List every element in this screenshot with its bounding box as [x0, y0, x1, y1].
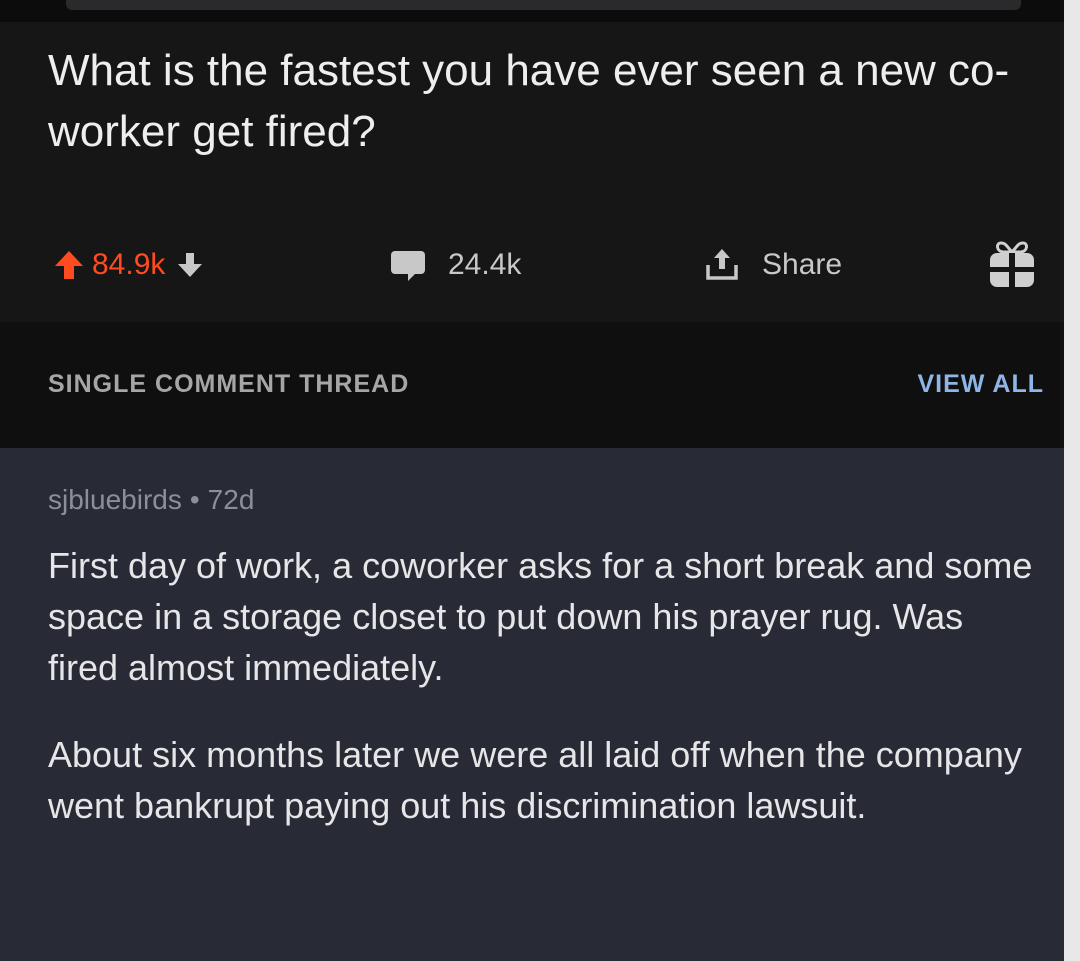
thread-header: SINGLE COMMENT THREAD VIEW ALL	[0, 322, 1064, 448]
arrow-up-icon[interactable]	[52, 248, 86, 282]
share-icon	[702, 245, 742, 285]
gift-icon	[986, 239, 1038, 291]
comment-author[interactable]: sjbluebirds	[48, 484, 182, 515]
comment-body: First day of work, a coworker asks for a…	[48, 540, 1038, 867]
vote-score: 84.9k	[92, 248, 166, 281]
arrow-down-icon[interactable]	[175, 250, 205, 280]
post-card: What is the fastest you have ever seen a…	[0, 22, 1064, 322]
post-title[interactable]: What is the fastest you have ever seen a…	[48, 40, 1048, 162]
comment-paragraph: About six months later we were all laid …	[48, 734, 1022, 826]
previous-card-edge	[66, 0, 1021, 10]
post-action-bar: 84.9k 24.4k Share	[0, 240, 1064, 290]
award-button[interactable]	[986, 240, 1038, 290]
share-label: Share	[762, 248, 843, 281]
thread-label: SINGLE COMMENT THREAD	[48, 370, 410, 398]
vote-group: 84.9k	[52, 240, 205, 290]
screenshot-edge	[1064, 0, 1080, 961]
meta-separator: •	[189, 484, 200, 515]
comment-paragraph: First day of work, a coworker asks for a…	[48, 545, 1033, 688]
comment-meta: sjbluebirds • 72d	[48, 484, 254, 516]
comment-age: 72d	[207, 484, 255, 515]
share-button[interactable]: Share	[702, 240, 842, 290]
speech-bubble-icon	[388, 245, 428, 285]
comment-card: sjbluebirds • 72d First day of work, a cow…	[0, 448, 1064, 961]
comments-button[interactable]: 24.4k	[388, 240, 521, 290]
view-all-link[interactable]: VIEW ALL	[917, 370, 1044, 399]
top-strip	[0, 0, 1080, 22]
comment-count: 24.4k	[448, 248, 522, 281]
